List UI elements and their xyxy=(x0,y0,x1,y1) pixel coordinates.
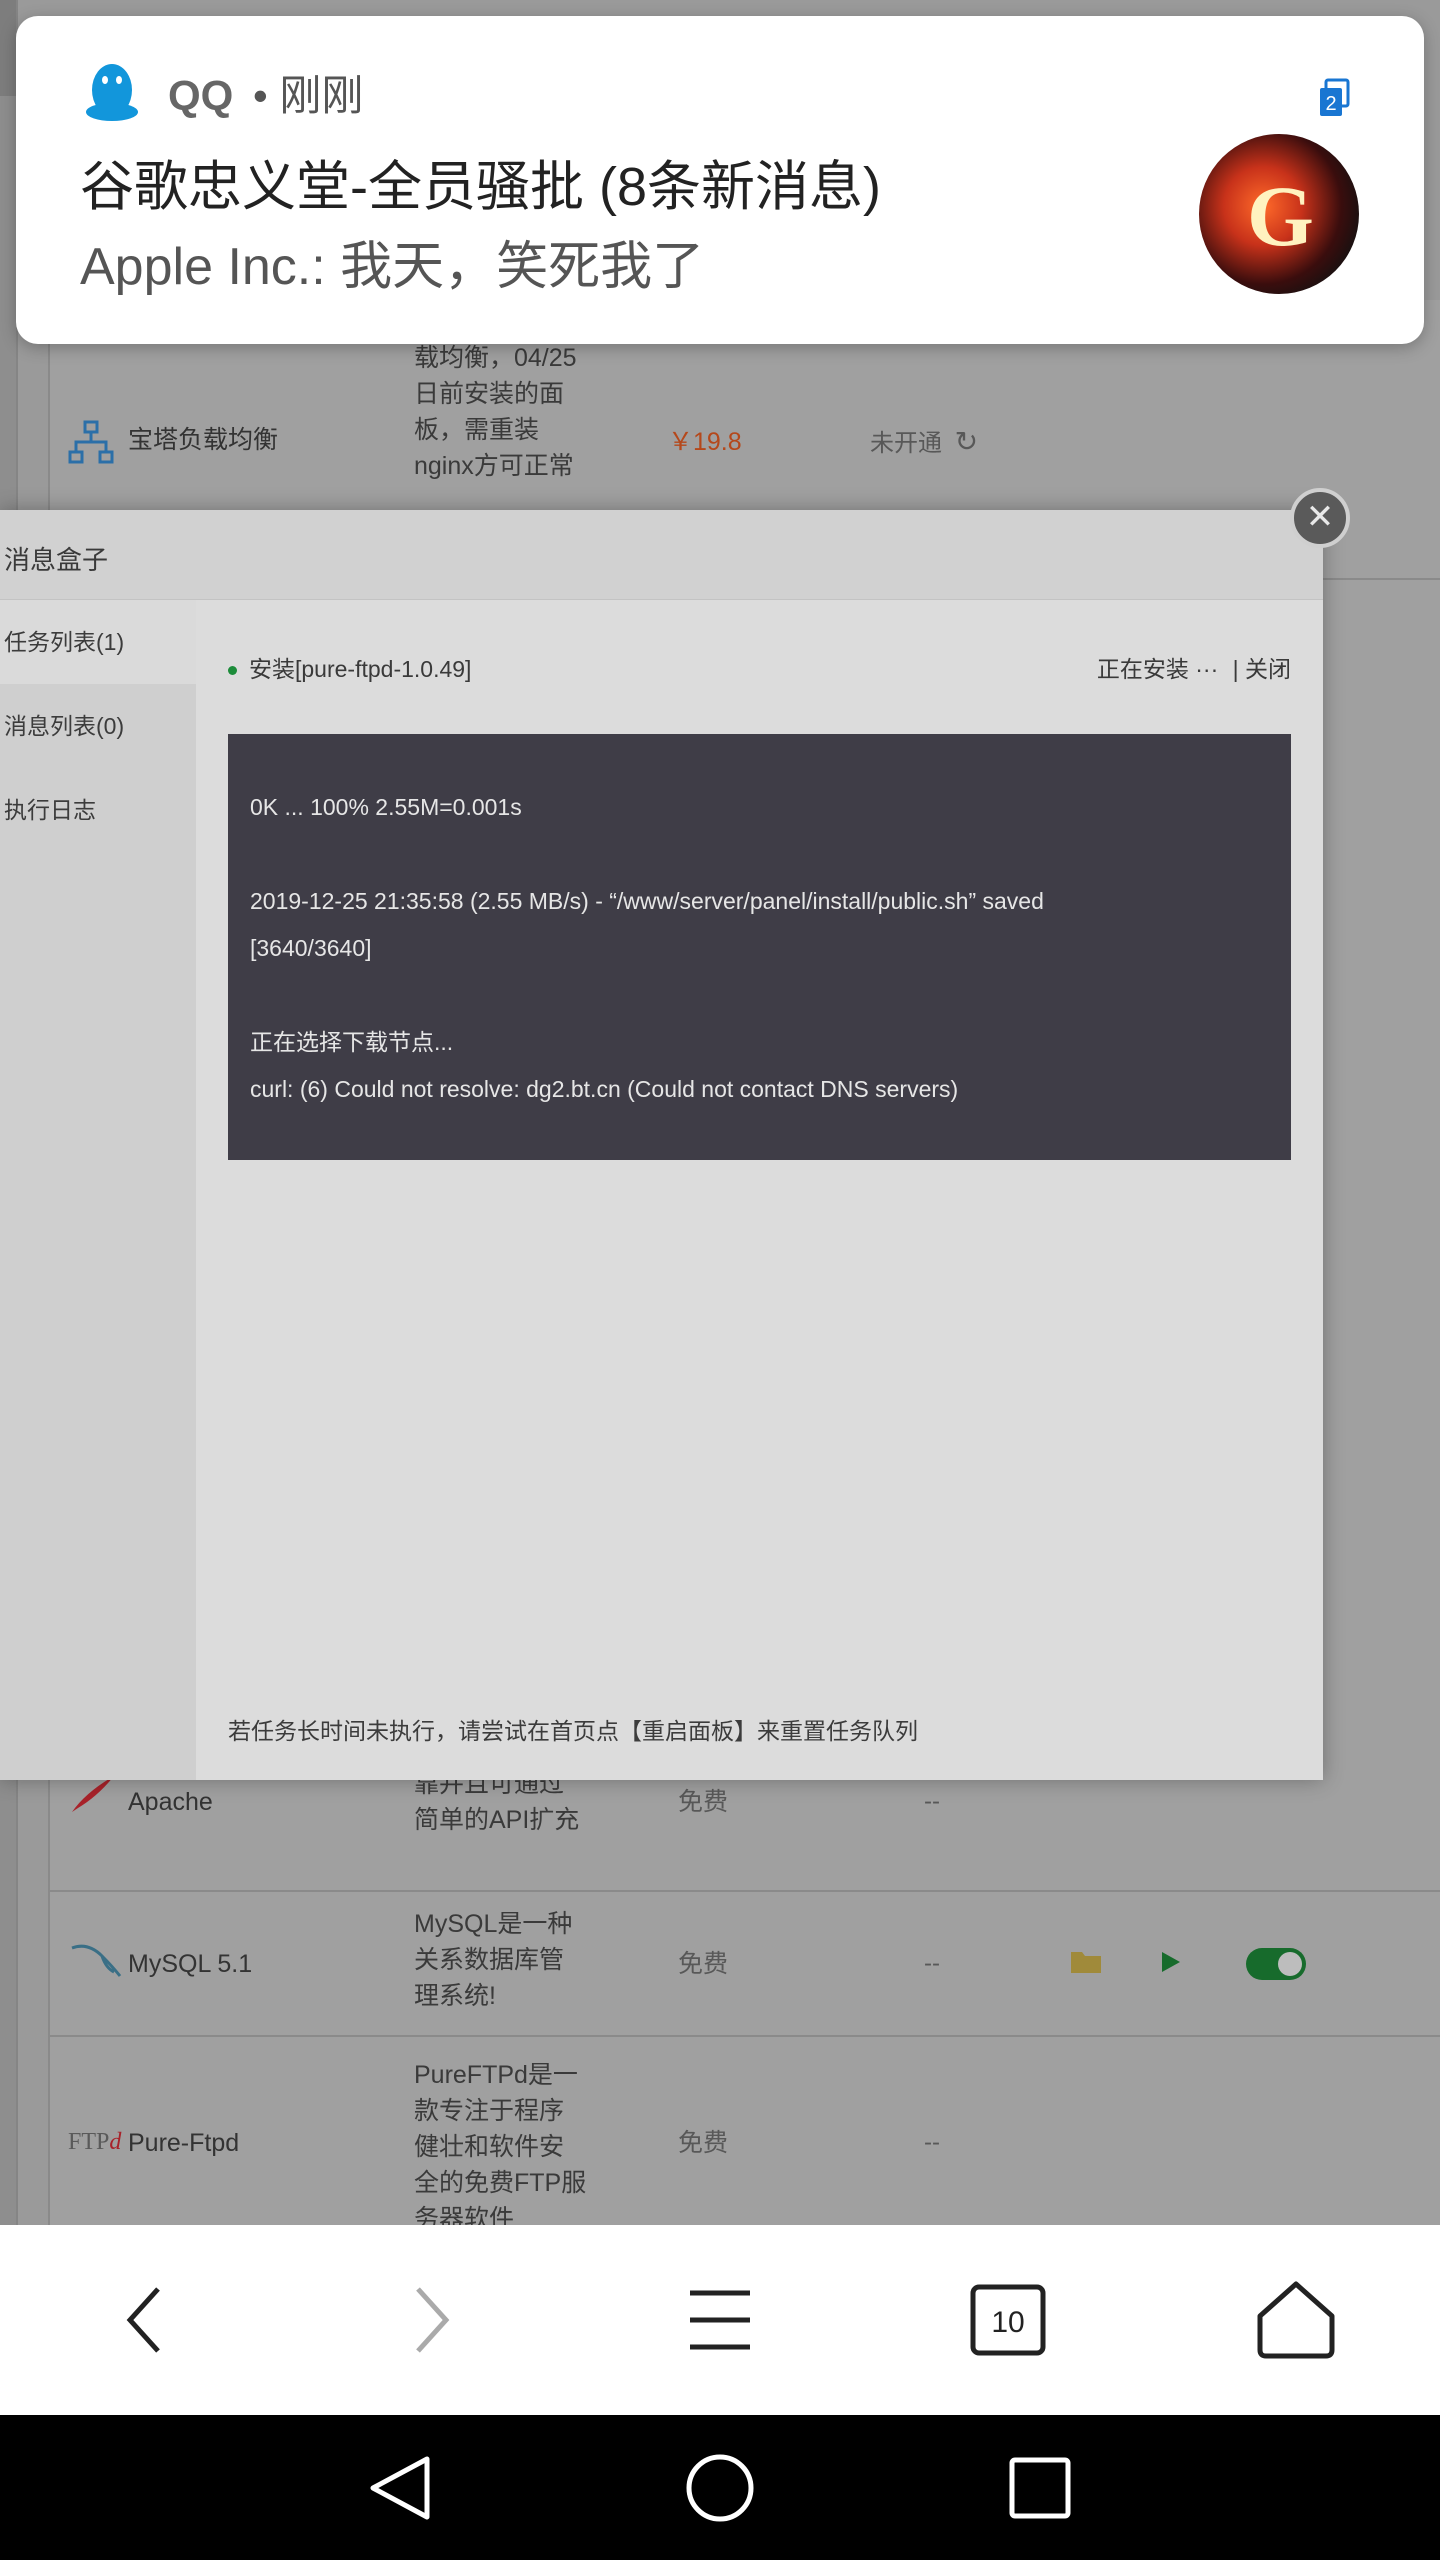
plugin-status: -- xyxy=(924,2129,940,2156)
console-line: curl: (6) Could not resolve: dg2.bt.cn (… xyxy=(250,1076,959,1102)
triangle-back-icon xyxy=(370,2456,430,2519)
plugin-price: ￥19.8 xyxy=(668,428,742,456)
close-icon: ✕ xyxy=(1305,498,1335,536)
task-close-link[interactable]: | 关闭 xyxy=(1233,656,1291,682)
tab-execution-log[interactable]: 执行日志 xyxy=(0,768,196,852)
hamburger-menu-icon xyxy=(690,2290,750,2350)
plugin-price: 免费 xyxy=(678,1788,729,1816)
console-line: 2019-12-25 21:35:58 (2.55 MB/s) - “/www/… xyxy=(250,888,1044,914)
dialog-content: 安装[pure-ftpd-1.0.49] 正在安装 ··· | 关闭 0K ..… xyxy=(196,600,1323,1780)
tab-task-list[interactable]: 任务列表(1) xyxy=(0,600,196,684)
network-icon xyxy=(68,420,114,464)
console-line: 0K ... 100% 2.55M=0.001s xyxy=(250,794,522,820)
plugin-status: 未开通 ↻ xyxy=(870,426,979,457)
folder-icon[interactable] xyxy=(1070,1948,1102,1974)
console-line xyxy=(250,972,1269,1019)
task-hint: 若任务长时间未执行，请尝试在首页点【重启面板】来重置任务队列 xyxy=(228,1718,918,1744)
task-item: 安装[pure-ftpd-1.0.49] 正在安装 ··· | 关闭 xyxy=(228,650,1291,684)
status-dot-icon xyxy=(228,666,237,676)
toggle-knob xyxy=(1278,1952,1302,1976)
console-line: 正在选择下载节点... xyxy=(250,1029,454,1055)
plugin-status: -- xyxy=(924,1950,940,1977)
task-actions: 正在安装 ··· | 关闭 xyxy=(1097,650,1291,684)
task-status: 正在安装 ··· xyxy=(1096,656,1219,682)
browser-toolbar: 10 xyxy=(0,2225,1440,2415)
service-toggle[interactable] xyxy=(1246,1948,1306,1980)
plugin-price: 免费 xyxy=(678,1950,729,1978)
notification-title: 谷歌忠义堂-全员骚批 (8条新消息) xyxy=(80,157,881,217)
menu-button[interactable] xyxy=(640,2225,800,2415)
plugin-name: Apache xyxy=(128,1788,213,1816)
system-recents-button[interactable] xyxy=(970,2415,1110,2560)
chevron-left-icon xyxy=(126,2287,160,2353)
ftp-logo-icon: FTPd xyxy=(68,2129,122,2155)
badge-count: 2 xyxy=(1325,93,1336,115)
system-home-button[interactable] xyxy=(650,2415,790,2560)
dialog-sidebar: 任务列表(1) 消息列表(0) 执行日志 xyxy=(0,600,196,1780)
tab-message-list[interactable]: 消息列表(0) xyxy=(0,684,196,768)
apache-feather-icon xyxy=(72,1776,114,1812)
plugin-price: 免费 xyxy=(678,2129,729,2157)
plugin-desc: PureFTPd是一 款专注于程序 健壮和软件安 全的免费FTP服 务器软件 xyxy=(414,2061,587,2233)
refresh-icon[interactable]: ↻ xyxy=(955,426,978,457)
multi-message-badge-icon: 2 xyxy=(1320,78,1350,116)
dialog-header: 消息盒子 xyxy=(0,510,1323,600)
forward-button[interactable] xyxy=(352,2225,512,2415)
system-back-button[interactable] xyxy=(330,2415,470,2560)
chevron-right-icon xyxy=(416,2287,450,2353)
notification-time: 刚刚 xyxy=(279,72,364,119)
message-box-dialog: 消息盒子 任务列表(1) 消息列表(0) 执行日志 安装[pure-ftpd-1… xyxy=(0,510,1323,1780)
home-icon xyxy=(1257,2281,1335,2359)
home-button[interactable] xyxy=(1216,2225,1376,2415)
console-line: [3640/3640] xyxy=(250,935,372,961)
dialog-title: 消息盒子 xyxy=(4,545,109,575)
circle-home-icon xyxy=(686,2454,754,2521)
tabs-count-icon: 10 xyxy=(970,2284,1046,2356)
plugin-status: -- xyxy=(924,1788,940,1815)
tab-count: 10 xyxy=(991,2306,1024,2339)
back-button[interactable] xyxy=(64,2225,224,2415)
system-navigation-bar xyxy=(0,2415,1440,2560)
table-row[interactable]: FTPd Pure-Ftpd PureFTPd是一 款专注于程序 健壮和软件安 … xyxy=(48,2037,1440,2233)
notification-body: Apple Inc.: 我天，笑死我了 xyxy=(80,238,705,296)
tabs-button[interactable]: 10 xyxy=(928,2225,1088,2415)
notification-header: QQ • 刚刚 xyxy=(168,62,363,123)
plugin-desc: MySQL是一种 关系数据库管 理系统! xyxy=(414,1910,573,2010)
qq-notification[interactable]: QQ • 刚刚 2 谷歌忠义堂-全员骚批 (8条新消息) Apple Inc.:… xyxy=(16,16,1424,344)
plugin-name: MySQL 5.1 xyxy=(128,1950,253,1978)
plugin-desc: 载均衡，04/25 日前安装的面 板，需重装 nginx方可正常 xyxy=(414,344,577,480)
notification-app-name: QQ xyxy=(168,72,234,119)
avatar: G xyxy=(1199,134,1359,294)
task-name: 安装[pure-ftpd-1.0.49] xyxy=(249,656,472,682)
mysql-dolphin-icon xyxy=(71,1944,122,1977)
notification-separator: • xyxy=(253,72,268,119)
table-row[interactable]: MySQL 5.1 MySQL是一种 关系数据库管 理系统! 免费 -- xyxy=(48,1892,1440,2037)
play-icon[interactable] xyxy=(1160,1950,1182,1974)
qq-penguin-icon xyxy=(86,64,138,121)
square-recents-icon xyxy=(1009,2457,1071,2518)
avatar-letter: G xyxy=(1247,168,1314,264)
plugin-name: Pure-Ftpd xyxy=(128,2129,240,2157)
close-dialog-button[interactable]: ✕ xyxy=(1290,488,1350,548)
console-line xyxy=(250,831,1269,878)
plugin-name: 宝塔负载均衡 xyxy=(128,426,279,454)
install-log-console[interactable]: 0K ... 100% 2.55M=0.001s 2019-12-25 21:3… xyxy=(228,734,1291,1160)
